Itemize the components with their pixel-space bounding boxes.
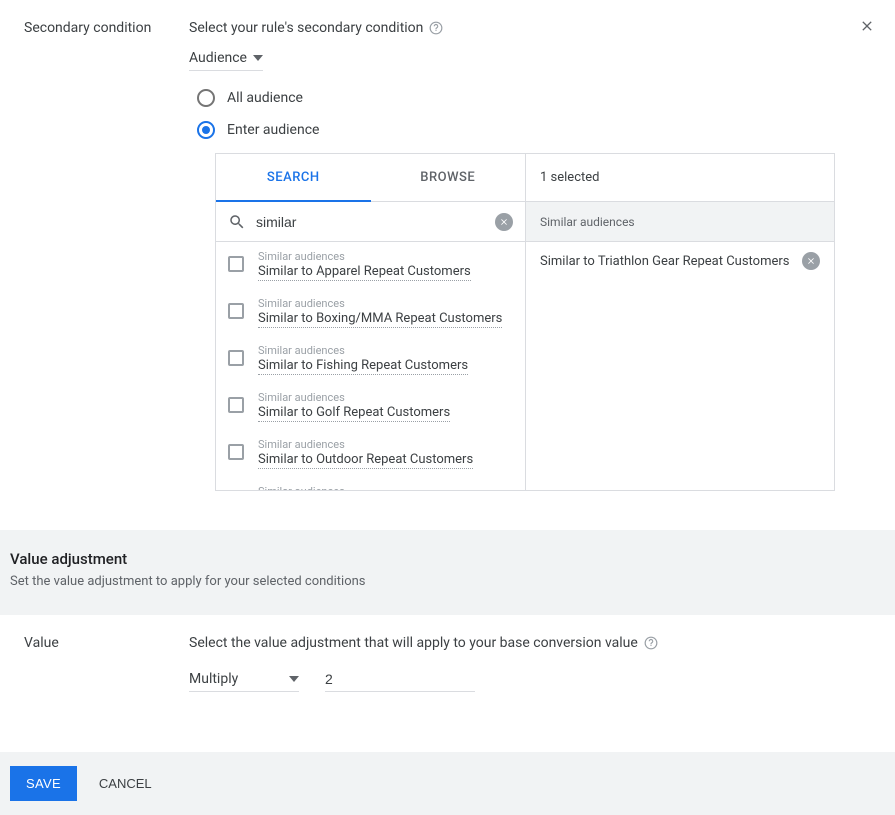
audience-picker: Search Browse Simi [215,153,835,491]
value-adjustment-section: Value adjustment Set the value adjustmen… [0,550,895,603]
footer-actions: SAVE CANCEL [0,752,895,815]
help-icon[interactable] [429,21,443,35]
radio-icon-selected [197,121,215,139]
remove-selected-button[interactable] [802,252,820,270]
operation-dropdown[interactable]: Multiply [189,667,299,692]
selected-item: Similar to Triathlon Gear Repeat Custome… [526,242,834,280]
radio-icon [197,89,215,107]
checkbox[interactable] [228,444,244,460]
x-icon [806,256,816,266]
value-adjustment-card: Value Select the value adjustment that w… [0,615,895,752]
radio-label: All audience [227,90,303,106]
value-prompt: Select the value adjustment that will ap… [189,635,638,651]
list-item[interactable]: Similar audiences Similar to Running Gea… [216,477,525,490]
caret-down-icon [253,55,263,61]
list-item-category: Similar audiences [258,344,513,357]
close-icon [859,18,875,34]
condition-type-value: Audience [189,50,247,66]
list-item-name: Similar to Fishing Repeat Customers [258,358,468,375]
checkbox[interactable] [228,350,244,366]
list-item[interactable]: Similar audiences Similar to Apparel Rep… [216,242,525,289]
selected-count-header: 1 selected [526,154,834,202]
factor-input[interactable] [325,667,475,692]
help-icon[interactable] [644,636,658,650]
secondary-condition-prompt: Select your rule's secondary condition [189,20,423,36]
secondary-condition-card: Secondary condition Select your rule's s… [0,0,895,530]
cancel-button[interactable]: CANCEL [87,766,164,801]
selected-group-header: Similar audiences [526,202,834,242]
caret-down-icon [289,676,299,682]
list-item-name: Similar to Golf Repeat Customers [258,405,450,422]
radio-all-audience[interactable]: All audience [189,83,871,115]
list-item[interactable]: Similar audiences Similar to Golf Repeat… [216,383,525,430]
list-item-name: Similar to Outdoor Repeat Customers [258,452,473,469]
x-icon [499,217,509,227]
checkbox[interactable] [228,397,244,413]
selected-item-name: Similar to Triathlon Gear Repeat Custome… [540,254,790,269]
close-button[interactable] [859,18,875,34]
list-item-category: Similar audiences [258,438,513,451]
radio-label: Enter audience [227,122,319,138]
list-item[interactable]: Similar audiences Similar to Outdoor Rep… [216,430,525,477]
value-adjustment-subtitle: Set the value adjustment to apply for yo… [10,574,885,589]
list-item-category: Similar audiences [258,297,513,310]
clear-search-button[interactable] [495,213,513,231]
secondary-condition-label: Secondary condition [24,20,189,36]
search-input[interactable] [256,214,495,230]
list-item-category: Similar audiences [258,391,513,404]
save-button[interactable]: SAVE [10,766,77,801]
list-item[interactable]: Similar audiences Similar to Boxing/MMA … [216,289,525,336]
condition-type-dropdown[interactable]: Audience [189,50,263,71]
list-item-category: Similar audiences [258,485,513,490]
search-icon [228,213,246,231]
radio-enter-audience[interactable]: Enter audience [189,115,871,147]
audience-result-list[interactable]: Similar audiences Similar to Apparel Rep… [216,242,525,490]
tab-browse[interactable]: Browse [371,154,526,201]
checkbox[interactable] [228,256,244,272]
checkbox[interactable] [228,303,244,319]
operation-value: Multiply [189,671,238,687]
list-item-name: Similar to Apparel Repeat Customers [258,264,471,281]
list-item[interactable]: Similar audiences Similar to Fishing Rep… [216,336,525,383]
tab-search[interactable]: Search [216,154,371,202]
value-adjustment-title: Value adjustment [10,550,885,568]
list-item-category: Similar audiences [258,250,513,263]
list-item-name: Similar to Boxing/MMA Repeat Customers [258,311,502,328]
value-label: Value [24,635,189,651]
